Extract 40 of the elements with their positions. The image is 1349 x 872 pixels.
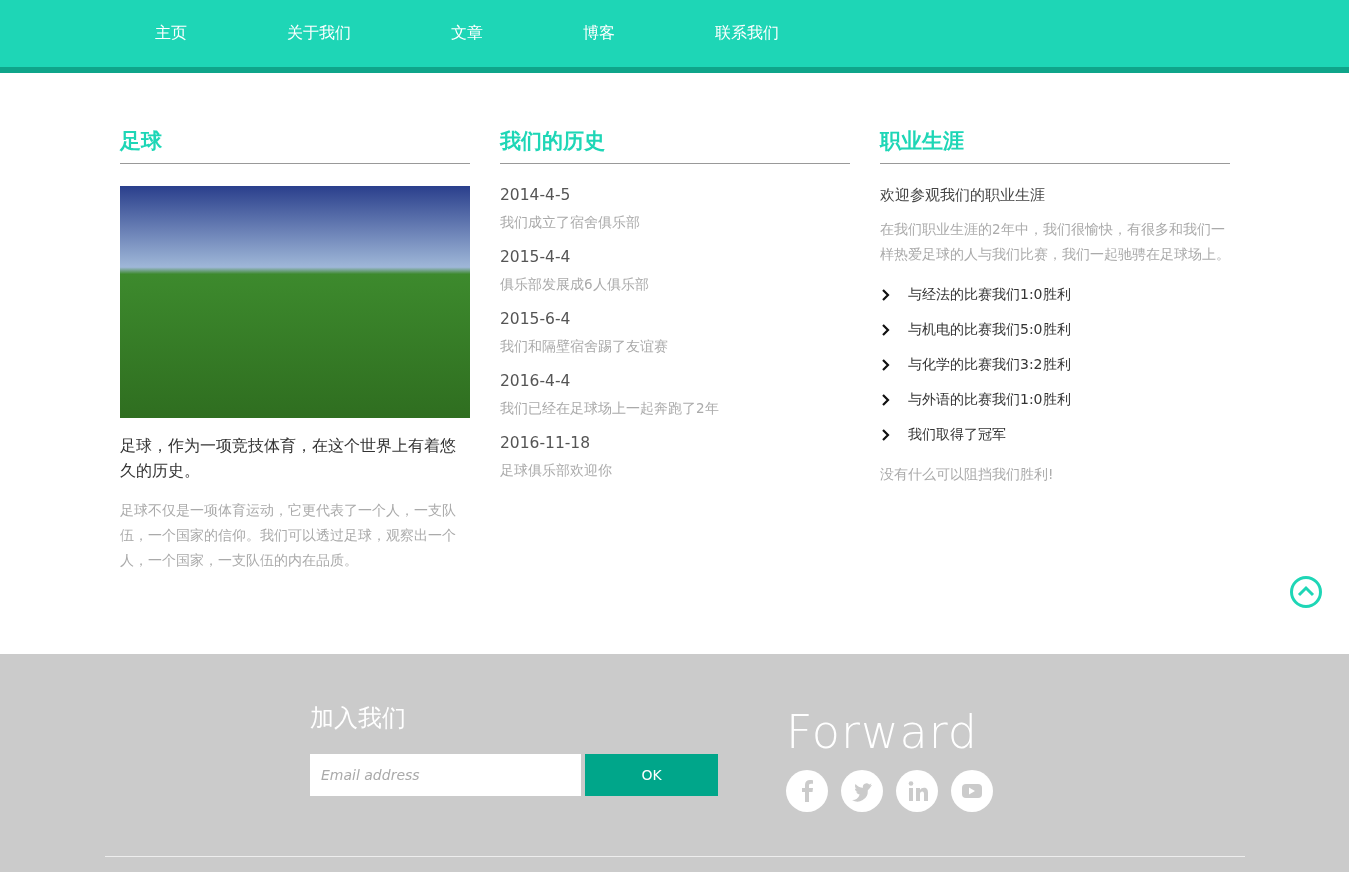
bird-icon[interactable] (841, 770, 883, 812)
list-item-text: 与经法的比赛我们1:0胜利 (908, 285, 1071, 304)
nav-link[interactable]: 博客 (583, 23, 615, 44)
subtitle: 欢迎参观我们的职业生涯 (880, 186, 1046, 205)
event-date: 2015-4-4 (500, 248, 572, 266)
video-icon[interactable] (951, 770, 993, 812)
section-heading: 足球 (120, 127, 470, 164)
scroll-to-top-icon[interactable] (1289, 575, 1323, 609)
chevron-right-icon (880, 323, 892, 336)
email-field[interactable]: Email address (310, 754, 581, 796)
linkedin-icon[interactable] (896, 770, 938, 812)
facebook-icon[interactable] (786, 770, 828, 812)
event-description: 我们和隔壁宿舍踢了友谊赛 (500, 338, 669, 356)
nav-link[interactable]: 文章 (451, 23, 483, 44)
section-heading: 我们的历史 (500, 127, 850, 164)
intro-paragraph: 在我们职业生涯的2年中，我们很愉快，有很多和我们一样热爱足球的人与我们比赛，我们一起驰骋在足球场上。 (880, 220, 1230, 264)
chevron-right-icon (880, 358, 892, 371)
event-date: 2016-4-4 (500, 372, 572, 390)
event-date: 2015-6-4 (500, 310, 572, 328)
ok-button[interactable]: OK (585, 754, 718, 796)
event-date: 2016-11-18 (500, 434, 592, 452)
event-description: 足球俱乐部欢迎你 (500, 462, 613, 480)
lead-paragraph: 足球，作为一项竞技体育，在这个世界上有着悠久的历史。 (120, 436, 457, 482)
event-date: 2014-4-5 (500, 186, 572, 204)
nav-link[interactable]: 关于我们 (287, 23, 351, 44)
chevron-right-icon (880, 393, 892, 406)
section-heading: 职业生涯 (880, 127, 1230, 164)
event-description: 我们成立了宿舍俱乐部 (500, 214, 641, 232)
event-description: 我们已经在足球场上一起奔跑了2年 (500, 400, 720, 418)
chevron-right-icon (880, 288, 892, 301)
list-item-text: 与机电的比赛我们5:0胜利 (908, 320, 1071, 339)
chevron-right-icon (880, 428, 892, 441)
closing-text: 没有什么可以阻挡我们胜利! (880, 465, 1055, 484)
event-description: 俱乐部发展成6人俱乐部 (500, 276, 650, 294)
list-item-text: 与外语的比赛我们1:0胜利 (908, 390, 1071, 409)
nav-link[interactable]: 联系我们 (715, 23, 779, 44)
list-item-text: 与化学的比赛我们3:2胜利 (908, 355, 1071, 374)
list-item-text: 我们取得了冠军 (908, 425, 1006, 444)
nav-link[interactable]: 主页 (155, 23, 187, 44)
body-paragraph: 足球不仅是一项体育运动，它更代表了一个人，一支队伍，一个国家的信仰。我们可以透过足球，观察出一个人，一个国家，一支队伍的内在品质。 (120, 501, 457, 570)
